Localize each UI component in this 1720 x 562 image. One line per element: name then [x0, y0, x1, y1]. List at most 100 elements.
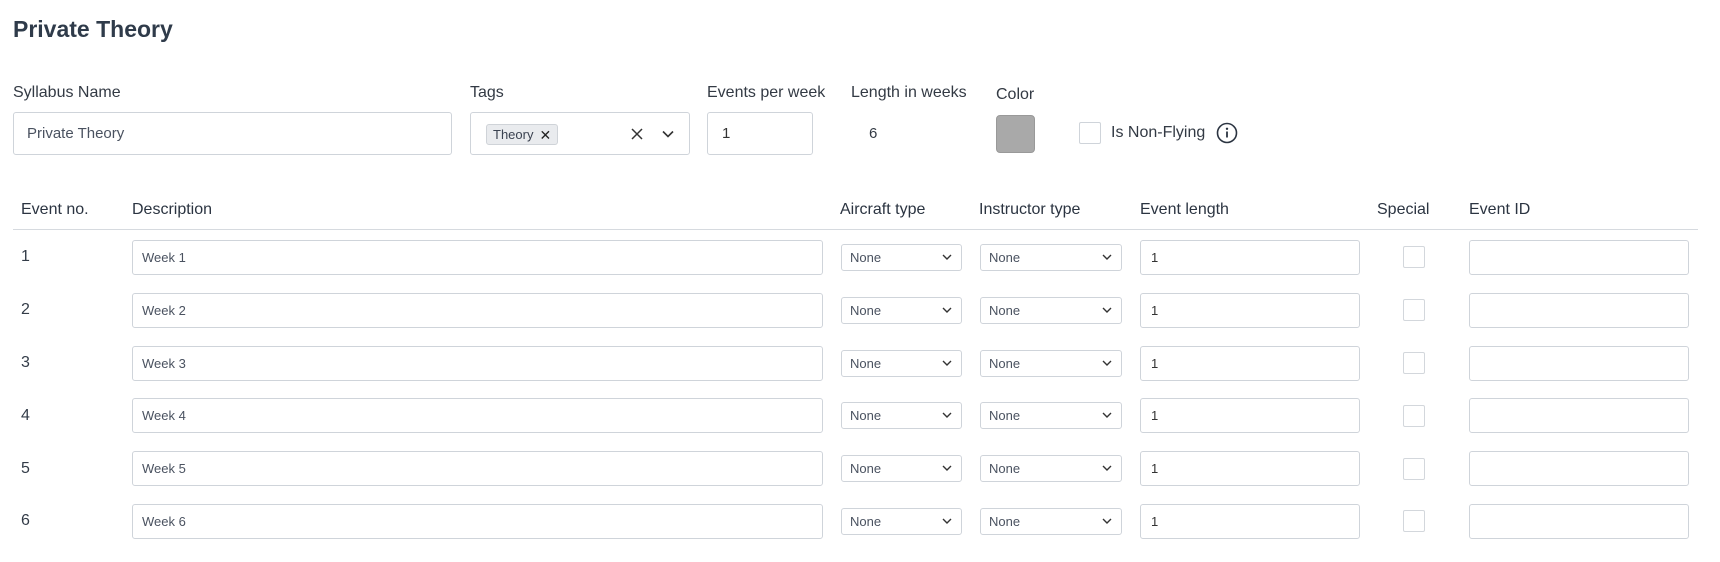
event-id-input[interactable] [1469, 293, 1689, 328]
syllabus-name-value: Private Theory [27, 125, 125, 142]
special-checkbox[interactable] [1403, 246, 1425, 268]
event-length-value: 1 [1151, 408, 1159, 423]
special-checkbox[interactable] [1403, 510, 1425, 532]
chevron-down-icon [942, 360, 952, 366]
aircraft-type-value: None [850, 514, 882, 529]
description-input[interactable]: Week 6 [132, 504, 823, 539]
events-per-week-value: 1 [722, 125, 731, 142]
header-event-id: Event ID [1469, 201, 1531, 218]
aircraft-type-value: None [850, 461, 882, 476]
instructor-type-select[interactable]: None [980, 244, 1122, 271]
clear-icon[interactable] [628, 125, 646, 143]
header-special: Special [1377, 201, 1430, 218]
description-value: Week 2 [142, 303, 186, 318]
header-description: Description [132, 201, 213, 218]
chevron-down-icon [942, 412, 952, 418]
length-in-weeks-value: 6 [869, 125, 878, 142]
header-aircraft-type: Aircraft type [840, 201, 926, 218]
aircraft-type-value: None [850, 250, 882, 265]
chevron-down-icon [1102, 360, 1112, 366]
header-instructor-type: Instructor type [979, 201, 1081, 218]
description-value: Week 3 [142, 356, 186, 371]
instructor-type-value: None [989, 356, 1021, 371]
special-checkbox[interactable] [1403, 299, 1425, 321]
event-id-input[interactable] [1469, 504, 1689, 539]
description-value: Week 5 [142, 461, 186, 476]
non-flying-checkbox[interactable] [1079, 122, 1101, 144]
description-value: Week 6 [142, 514, 186, 529]
aircraft-type-select[interactable]: None [841, 244, 962, 271]
event-id-input[interactable] [1469, 451, 1689, 486]
non-flying-label: Is Non-Flying [1111, 124, 1206, 141]
description-input[interactable]: Week 4 [132, 398, 823, 433]
event-length-input[interactable]: 1 [1140, 346, 1360, 381]
aircraft-type-select[interactable]: None [841, 350, 962, 377]
aircraft-type-select[interactable]: None [841, 455, 962, 482]
event-length-value: 1 [1151, 461, 1159, 476]
chevron-down-icon [1102, 465, 1112, 471]
chevron-down-icon [1102, 254, 1112, 260]
description-input[interactable]: Week 2 [132, 293, 823, 328]
chevron-down-icon [942, 307, 952, 313]
event-length-input[interactable]: 1 [1140, 293, 1360, 328]
event-length-input[interactable]: 1 [1140, 398, 1360, 433]
instructor-type-select[interactable]: None [980, 350, 1122, 377]
special-checkbox[interactable] [1403, 458, 1425, 480]
event-number: 6 [21, 512, 30, 529]
event-length-value: 1 [1151, 250, 1159, 265]
event-length-value: 1 [1151, 356, 1159, 371]
description-input[interactable]: Week 1 [132, 240, 823, 275]
close-icon[interactable]: ✕ [539, 128, 551, 142]
page-title: Private Theory [13, 16, 173, 42]
event-length-input[interactable]: 1 [1140, 240, 1360, 275]
instructor-type-value: None [989, 408, 1021, 423]
description-input[interactable]: Week 5 [132, 451, 823, 486]
event-length-value: 1 [1151, 514, 1159, 529]
aircraft-type-select[interactable]: None [841, 508, 962, 535]
instructor-type-value: None [989, 250, 1021, 265]
aircraft-type-select[interactable]: None [841, 402, 962, 429]
event-number: 1 [21, 248, 30, 265]
special-checkbox[interactable] [1403, 405, 1425, 427]
tag-chip-theory: Theory ✕ [486, 124, 559, 145]
instructor-type-select[interactable]: None [980, 508, 1122, 535]
header-divider [13, 229, 1698, 230]
instructor-type-select[interactable]: None [980, 402, 1122, 429]
event-id-input[interactable] [1469, 398, 1689, 433]
event-length-value: 1 [1151, 303, 1159, 318]
chevron-down-icon [942, 254, 952, 260]
chevron-down-icon[interactable] [659, 125, 677, 143]
color-label: Color [996, 86, 1035, 103]
length-in-weeks-label: Length in weeks [851, 84, 967, 101]
events-per-week-input[interactable]: 1 [707, 112, 813, 155]
chevron-down-icon [942, 518, 952, 524]
aircraft-type-value: None [850, 356, 882, 371]
event-id-input[interactable] [1469, 346, 1689, 381]
instructor-type-value: None [989, 461, 1021, 476]
aircraft-type-value: None [850, 408, 882, 423]
description-value: Week 4 [142, 408, 186, 423]
event-number: 3 [21, 354, 30, 371]
special-checkbox[interactable] [1403, 352, 1425, 374]
instructor-type-select[interactable]: None [980, 297, 1122, 324]
color-swatch[interactable] [996, 115, 1035, 153]
tag-chip-label: Theory [493, 127, 534, 142]
event-number: 4 [21, 407, 30, 424]
syllabus-name-label: Syllabus Name [13, 84, 121, 101]
header-event-no: Event no. [21, 201, 89, 218]
syllabus-name-input[interactable]: Private Theory [13, 112, 452, 155]
event-id-input[interactable] [1469, 240, 1689, 275]
instructor-type-select[interactable]: None [980, 455, 1122, 482]
events-per-week-label: Events per week [707, 84, 826, 101]
info-icon[interactable] [1216, 122, 1238, 144]
instructor-type-value: None [989, 303, 1021, 318]
aircraft-type-value: None [850, 303, 882, 318]
event-length-input[interactable]: 1 [1140, 451, 1360, 486]
description-value: Week 1 [142, 250, 186, 265]
description-input[interactable]: Week 3 [132, 346, 823, 381]
aircraft-type-select[interactable]: None [841, 297, 962, 324]
event-length-input[interactable]: 1 [1140, 504, 1360, 539]
tags-select[interactable]: Theory ✕ [470, 112, 690, 155]
event-number: 5 [21, 460, 30, 477]
tags-label: Tags [470, 84, 504, 101]
